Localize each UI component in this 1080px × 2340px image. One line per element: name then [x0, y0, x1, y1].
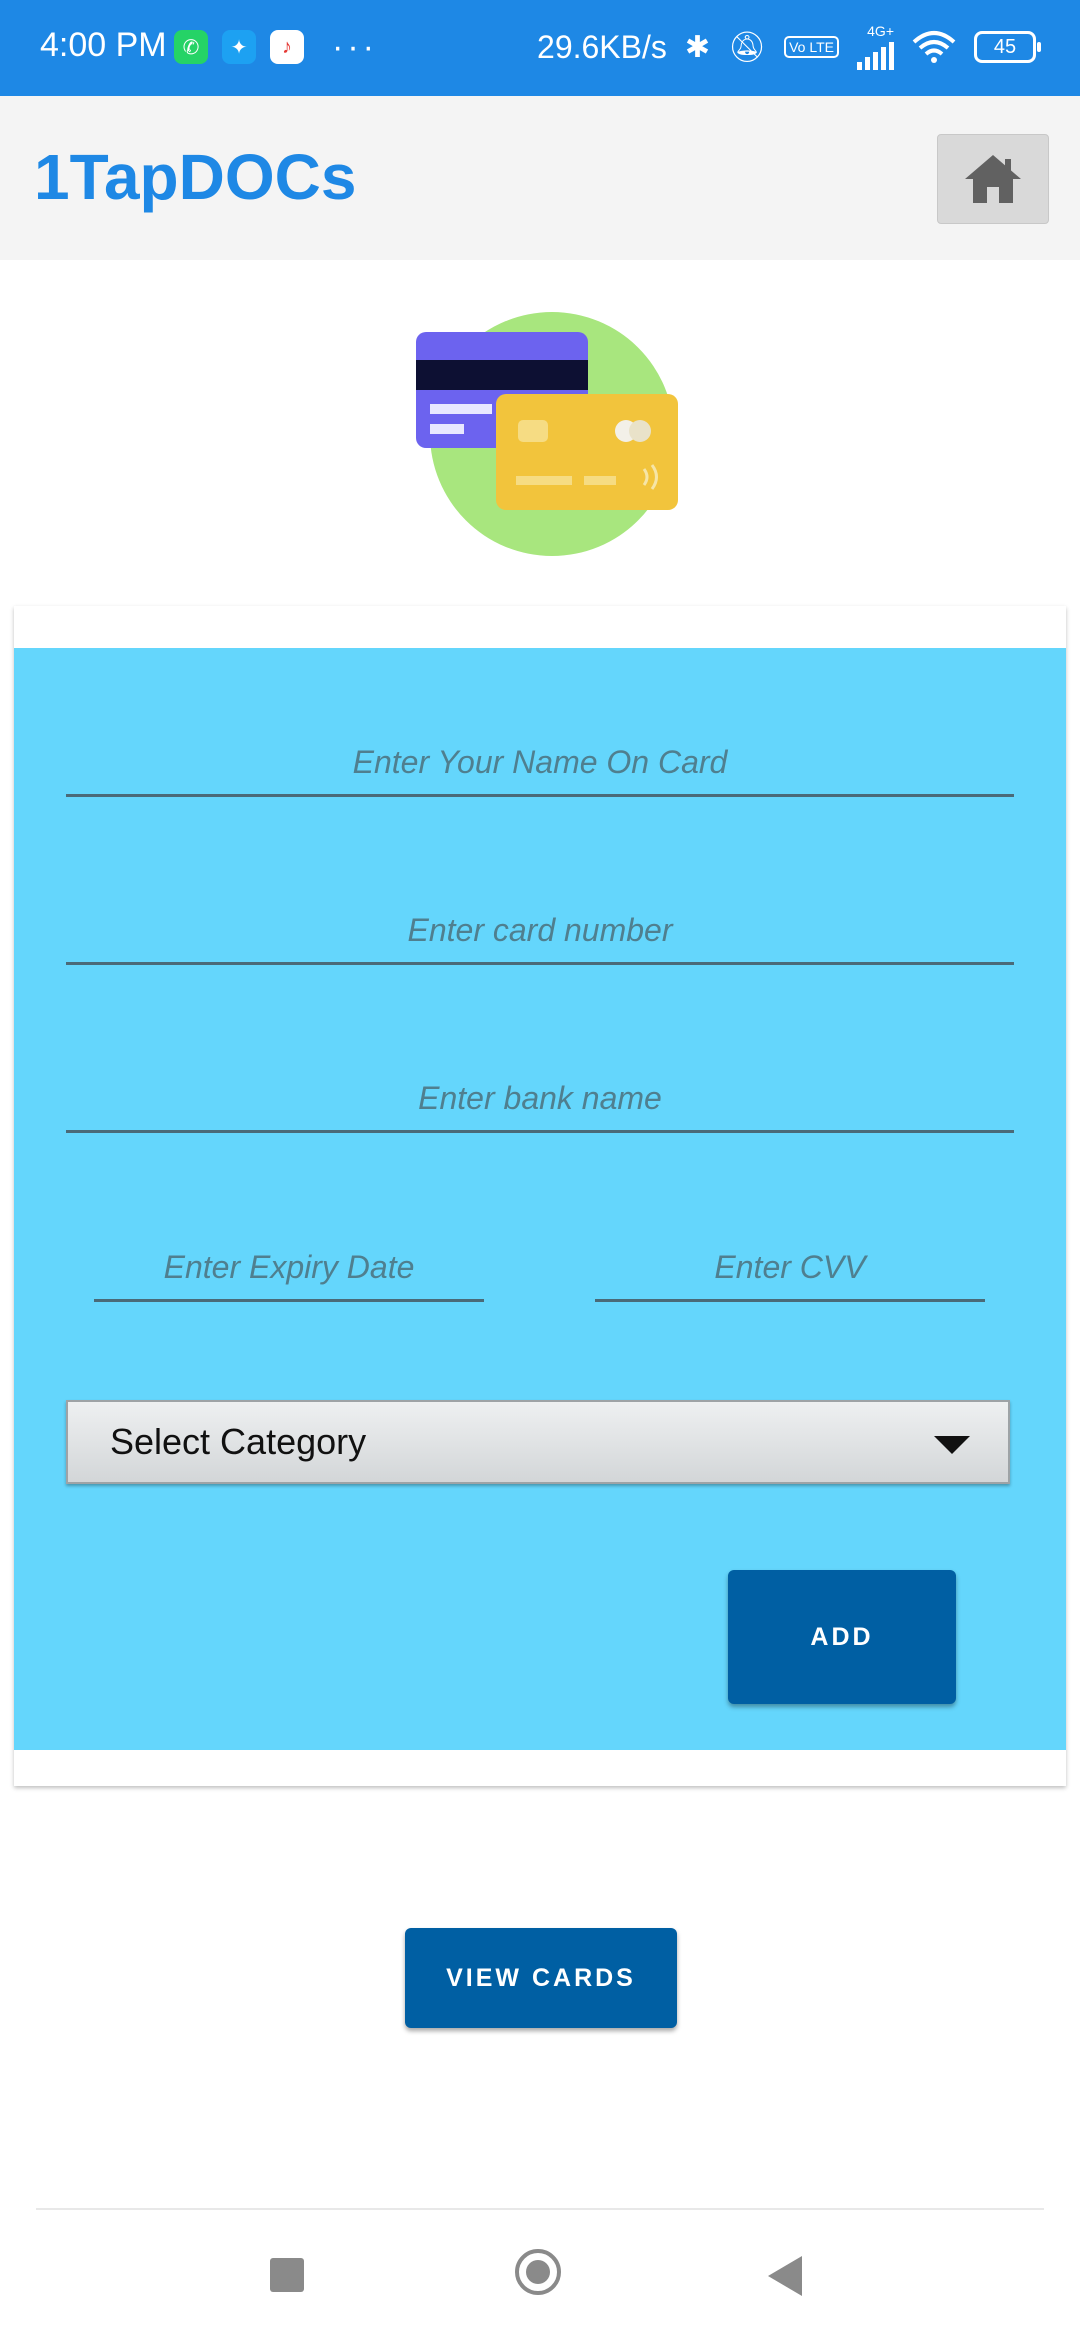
status-bar: 4:00 PM ✆ ✦ ♪ ··· 29.6KB/s ✱ 🔕︎ Vo LTE 4…	[0, 0, 1080, 96]
nav-home-icon[interactable]	[515, 2249, 561, 2295]
view-cards-button[interactable]: VIEW CARDS	[405, 1928, 677, 2028]
category-select-value: Select Category	[110, 1421, 367, 1462]
nav-divider	[36, 2208, 1044, 2210]
wifi-icon	[912, 31, 956, 63]
form-panel: Select Category ADD	[14, 648, 1066, 1750]
add-card-form: Select Category ADD	[14, 606, 1066, 1786]
home-icon	[965, 155, 1021, 203]
whatsapp-icon: ✆	[174, 30, 208, 64]
name-field-wrapper	[66, 730, 1014, 797]
network-type: 4G+	[867, 23, 894, 39]
home-button[interactable]	[937, 134, 1049, 224]
battery-level: 45	[993, 36, 1017, 58]
battery-icon: 45	[974, 31, 1041, 63]
recents-icon[interactable]	[270, 2258, 304, 2292]
card-number-input[interactable]	[66, 910, 1014, 950]
app-bar: 1TapDOCs	[0, 96, 1080, 260]
cell-signal-icon: 4G+	[857, 24, 894, 70]
network-speed: 29.6KB/s	[537, 28, 667, 65]
dropdown-arrow-icon	[934, 1436, 970, 1454]
status-time: 4:00 PM	[40, 26, 167, 64]
tiktok-icon: ♪	[270, 30, 304, 64]
status-right: 29.6KB/s ✱ 🔕︎ Vo LTE 4G+ 45	[537, 24, 1041, 70]
bank-name-input[interactable]	[66, 1078, 1014, 1118]
name-on-card-input[interactable]	[66, 742, 1014, 782]
credit-cards-illustration	[416, 312, 678, 556]
expiry-field-wrapper	[94, 1235, 484, 1302]
category-select[interactable]: Select Category	[66, 1400, 1010, 1484]
expiry-date-input[interactable]	[94, 1247, 484, 1287]
card-number-field-wrapper	[66, 898, 1014, 965]
twitter-icon: ✦	[222, 30, 256, 64]
notification-icons: ✆ ✦ ♪ ···	[174, 30, 378, 64]
bank-name-field-wrapper	[66, 1066, 1014, 1133]
back-icon[interactable]	[768, 2256, 802, 2296]
bluetooth-icon: ✱	[684, 30, 711, 64]
app-title: 1TapDOCs	[34, 141, 357, 213]
add-button[interactable]: ADD	[728, 1570, 956, 1704]
more-notifications-icon: ···	[332, 28, 378, 66]
cvv-input[interactable]	[595, 1247, 985, 1287]
cvv-field-wrapper	[595, 1235, 985, 1302]
volte-badge: Vo LTE	[784, 36, 839, 58]
bell-muted-icon: 🔕︎	[728, 30, 767, 64]
